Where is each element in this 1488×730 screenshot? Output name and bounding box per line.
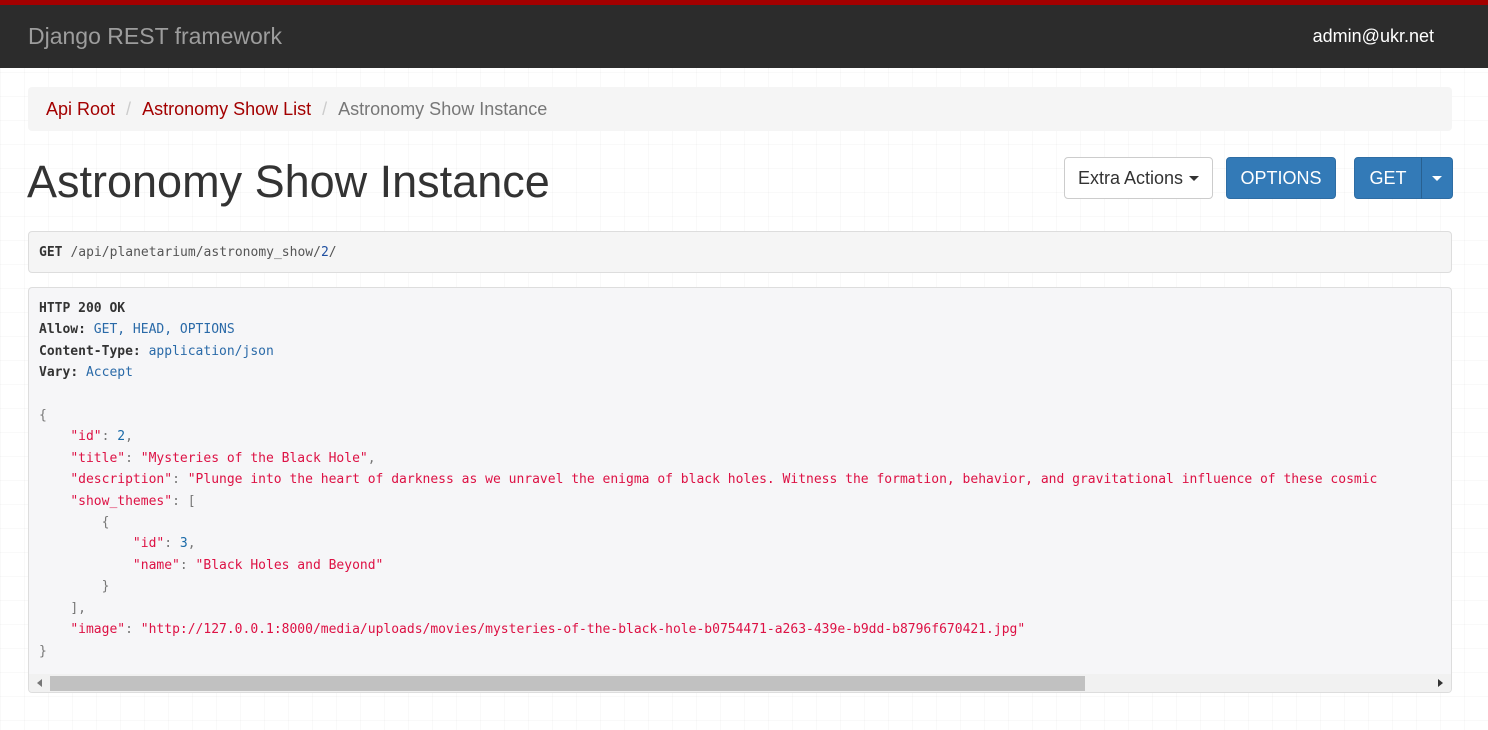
get-button[interactable]: GET [1354, 157, 1422, 199]
header-key: Content-Type [39, 343, 133, 359]
json-id-value: 2 [117, 429, 126, 445]
request-method: GET [39, 244, 63, 260]
navbar: Django REST framework admin@ukr.net [0, 5, 1488, 68]
json-description-value: "Plunge into the heart of darkness as we… [187, 472, 1378, 488]
header-value: Accept [85, 365, 133, 381]
get-format-dropdown-toggle[interactable] [1421, 157, 1453, 199]
scrollbar-thumb[interactable] [50, 676, 1085, 691]
breadcrumb-separator: / [126, 98, 132, 119]
header-key: Vary [39, 365, 71, 381]
breadcrumb-separator: / [322, 98, 328, 119]
json-image-value[interactable]: "http://127.0.0.1:8000/media/uploads/mov… [141, 622, 1025, 637]
header-value: application/json [148, 343, 274, 359]
options-button[interactable]: OPTIONS [1226, 157, 1336, 199]
breadcrumb-api-root[interactable]: Api Root [46, 99, 115, 120]
header-key: Allow [39, 322, 79, 338]
extra-actions-label: Extra Actions [1077, 167, 1184, 188]
json-theme-name-value: "Black Holes and Beyond" [195, 557, 384, 573]
response-info: HTTP 200 OK Allow: GET, HEAD, OPTIONS Co… [28, 287, 1452, 693]
extra-actions-button[interactable]: Extra Actions [1064, 157, 1213, 199]
json-title-value: "Mysteries of the Black Hole" [140, 450, 368, 466]
page-title: Astronomy Show Instance [27, 156, 550, 207]
get-label: GET [1369, 167, 1407, 188]
response-content: HTTP 200 OK Allow: GET, HEAD, OPTIONS Co… [39, 301, 1378, 659]
header-value: GET, HEAD, OPTIONS [93, 322, 235, 338]
json-theme-id-value: 3 [179, 536, 188, 552]
breadcrumb: Api Root / Astronomy Show List / Astrono… [28, 87, 1452, 131]
breadcrumb-astronomy-show-list[interactable]: Astronomy Show List [142, 99, 311, 120]
response-status: HTTP 200 OK [39, 301, 126, 316]
brand-link[interactable]: Django REST framework [28, 23, 282, 50]
request-path-id: 2 [320, 244, 329, 260]
horizontal-scrollbar[interactable] [29, 674, 1451, 692]
request-path-trailing: / [328, 244, 337, 260]
caret-down-icon [1432, 175, 1442, 181]
options-label: OPTIONS [1240, 167, 1322, 188]
caret-down-icon [1189, 175, 1200, 181]
user-menu[interactable]: admin@ukr.net [1313, 26, 1434, 47]
scroll-left-icon[interactable] [37, 679, 42, 687]
request-path: /api/planetarium/astronomy_show/ [70, 244, 321, 260]
breadcrumb-current: Astronomy Show Instance [338, 98, 548, 119]
scroll-right-icon[interactable] [1438, 679, 1443, 687]
request-info: GET/api/planetarium/astronomy_show/2/ [28, 231, 1452, 273]
